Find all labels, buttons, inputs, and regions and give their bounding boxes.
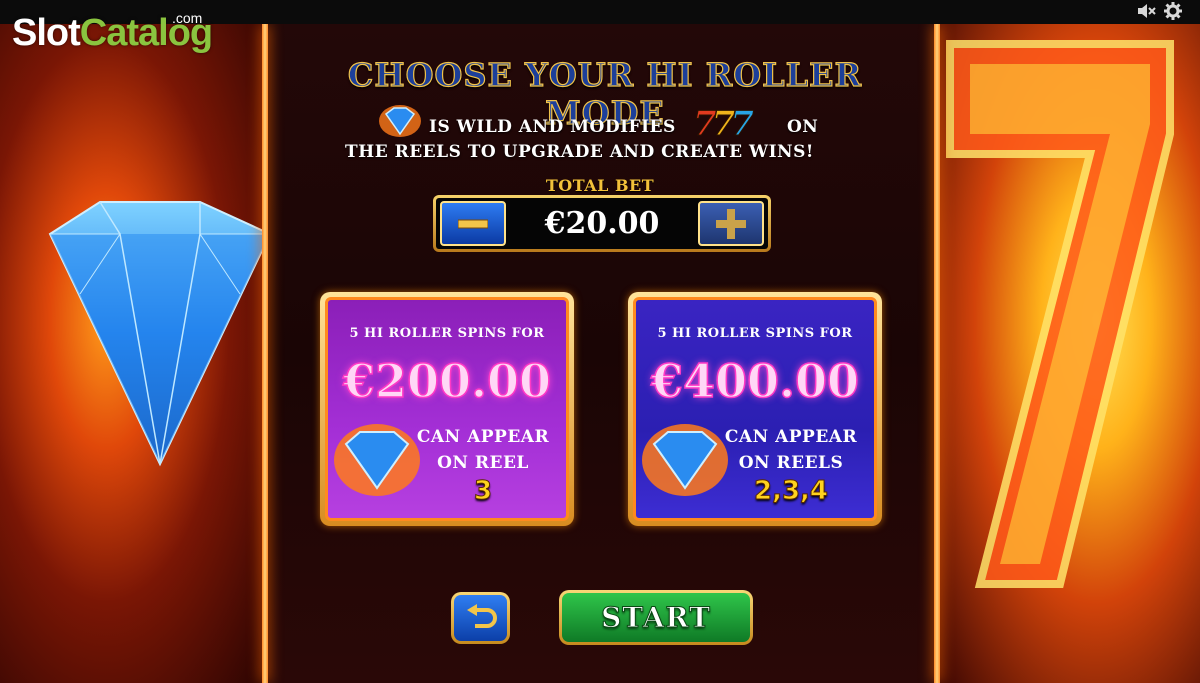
back-button[interactable] (451, 592, 510, 644)
hi-roller-option-reel-3[interactable]: 5 HI ROLLER SPINS FOR €200.00 CAN APPEAR… (320, 292, 574, 526)
flaming-diamond-art (0, 24, 265, 683)
minus-icon (458, 219, 488, 228)
seven-icon (946, 40, 1174, 588)
plus-icon (716, 208, 746, 239)
decrease-bet-button[interactable] (440, 201, 506, 246)
watermark-suffix: .com (172, 10, 203, 26)
option-price: €400.00 (650, 353, 860, 409)
bet-value: €20.00 (544, 206, 660, 241)
option-heading: 5 HI ROLLER SPINS FOR (349, 326, 545, 341)
flaming-seven-art (940, 24, 1200, 683)
option-reels: 2,3,4 (753, 476, 829, 507)
description-line2: THE REELS TO UPGRADE AND CREATE WINS! (345, 142, 814, 162)
increase-bet-button[interactable] (698, 201, 764, 246)
description-line1-part1: IS WILD AND MODIFIES (429, 117, 676, 137)
option-heading: 5 HI ROLLER SPINS FOR (657, 326, 853, 341)
return-arrow-icon (466, 604, 497, 628)
bet-selector: €20.00 (433, 195, 771, 252)
hi-roller-option-reels-2-3-4[interactable]: 5 HI ROLLER SPINS FOR €400.00 CAN APPEAR… (628, 292, 882, 526)
option-appear-text: CAN APPEAR ON REEL (416, 427, 550, 473)
option-price: €200.00 (342, 353, 552, 409)
sevens-symbol: 777 (693, 104, 755, 145)
total-bet-label: TOTAL BET (545, 176, 655, 195)
option-reels: 3 (473, 476, 493, 507)
watermark-part1: Slot (12, 12, 81, 54)
diamond-icon (48, 201, 265, 467)
description-line1-part2: ON (787, 117, 819, 137)
option-appear-text: CAN APPEAR ON REELS (724, 427, 858, 473)
start-button[interactable]: START (559, 590, 753, 645)
gear-icon[interactable] (1164, 2, 1182, 24)
left-divider (262, 24, 268, 683)
start-label: START (562, 593, 750, 642)
wild-diamond-icon (379, 105, 421, 137)
right-divider (934, 24, 940, 683)
speaker-muted-icon[interactable] (1136, 2, 1156, 24)
game-screen: SlotCatalog .com CHOOSE YOUR HI ROLLER M… (0, 0, 1200, 683)
